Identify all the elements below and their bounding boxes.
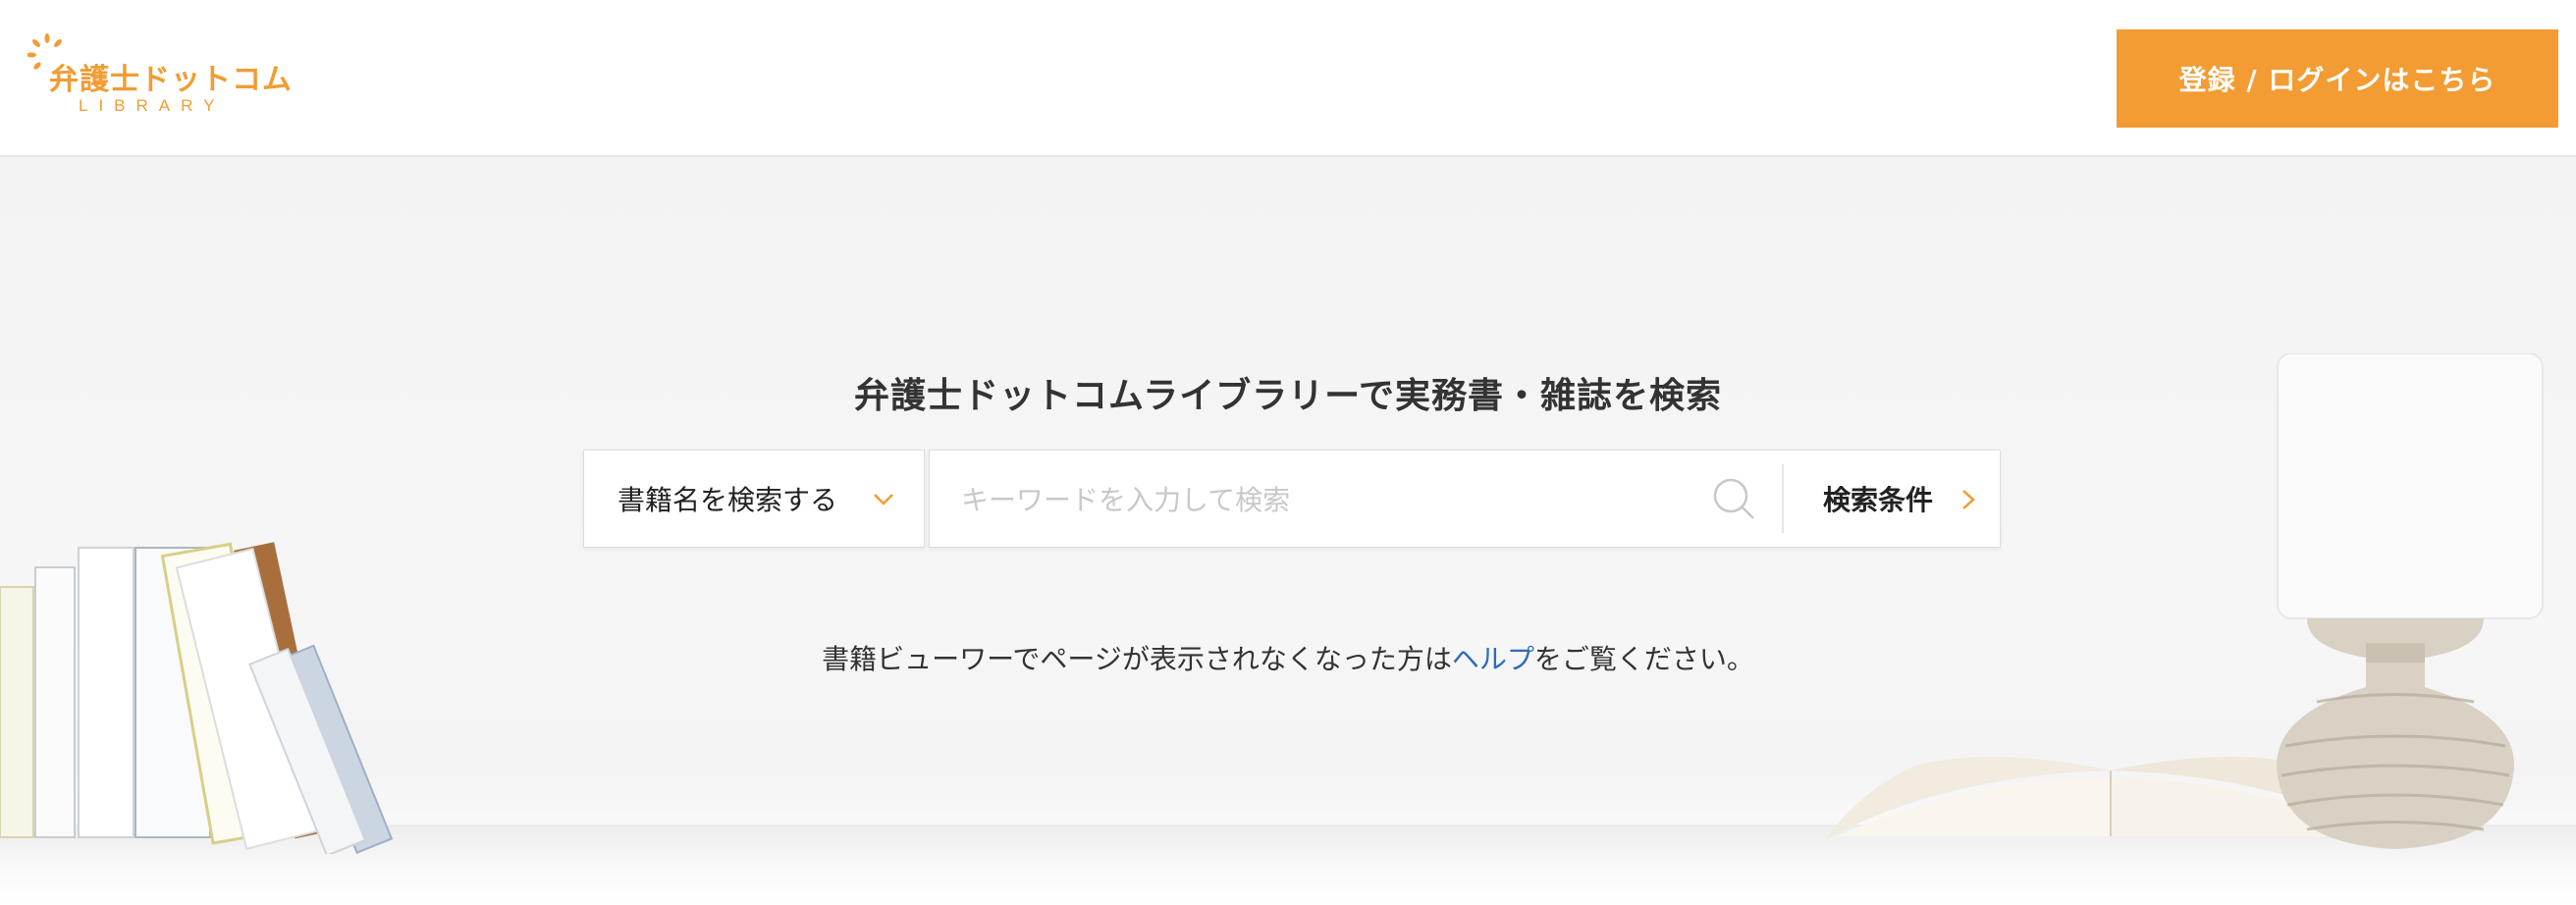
hero-section: 弁護士ドットコムライブラリーで実務書・雑誌を検索 書籍名を検索する 検索条件 書… [0,157,2576,905]
search-icon[interactable] [1711,476,1756,521]
chevron-down-icon [874,494,893,506]
site-logo[interactable]: 弁護士ドットコム LIBRARY [27,33,292,122]
page-title: 弁護士ドットコムライブラリーで実務書・雑誌を検索 [853,376,1723,417]
site-header: 弁護士ドットコム LIBRARY 登録 / ログインはこちら [0,0,2576,157]
chevron-right-icon [1962,490,1975,509]
lamp-illustration [2277,353,2544,849]
help-notice: 書籍ビューワーでページが表示されなくなった方はヘルプをご覧ください。 [0,638,2576,677]
search-conditions-label: 検索条件 [1823,484,1934,516]
help-link[interactable]: ヘルプ [1452,643,1534,675]
logo-subtitle: LIBRARY [79,96,226,115]
search-scope-select[interactable]: 書籍名を検索する [583,450,925,548]
books-illustration [0,542,394,854]
search-input[interactable] [959,470,1709,529]
login-button[interactable]: 登録 / ログインはこちら [2117,29,2558,128]
search-query-box: 検索条件 [929,450,2001,548]
search-divider [1782,464,1784,533]
logo-title: 弁護士ドットコム [49,63,293,97]
help-text-suffix: をご覧ください。 [1533,643,1754,675]
search-scope-label: 書籍名を検索する [617,484,838,516]
search-bar: 書籍名を検索する 検索条件 [583,450,2001,548]
search-conditions-button[interactable]: 検索条件 [1794,451,2000,547]
help-text-prefix: 書籍ビューワーでページが表示されなくなった方は [822,643,1452,675]
